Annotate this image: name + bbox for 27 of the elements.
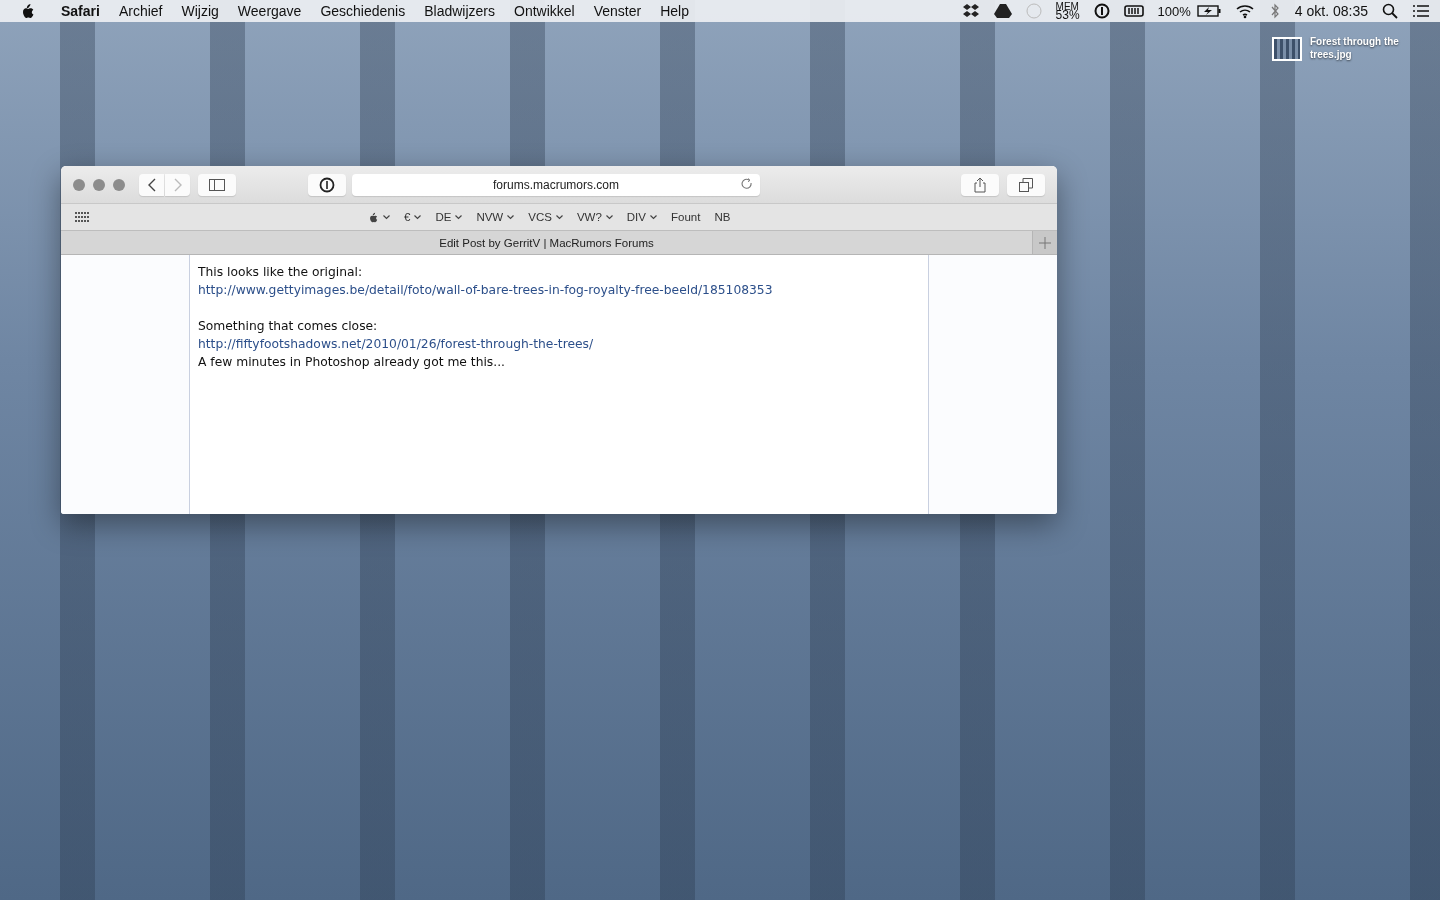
menu-item[interactable]: Ontwikkel bbox=[514, 3, 575, 19]
bookmark-folder[interactable]: € bbox=[404, 211, 422, 223]
post-text: Something that comes close: bbox=[198, 318, 379, 335]
bookmark-folder[interactable]: VW? bbox=[576, 211, 613, 223]
bookmark-folder[interactable]: DE bbox=[435, 211, 463, 223]
battery-percentage[interactable]: 100% bbox=[1157, 3, 1191, 19]
bookmark-folder[interactable]: VCS bbox=[528, 211, 563, 223]
menu-item[interactable]: Geschiedenis bbox=[320, 3, 406, 19]
post-text: A few minutes in Photoshop already got me this... bbox=[198, 354, 506, 371]
menu-item[interactable]: Help bbox=[660, 3, 689, 19]
link[interactable]: http://fiftyfootshadows.net/2010/01/26/forest-through-the-trees/ bbox=[198, 337, 594, 351]
memory-indicator[interactable]: MEM 53% bbox=[1055, 2, 1080, 20]
app-menu[interactable]: Safari bbox=[61, 3, 100, 19]
menu-item[interactable]: Bladwijzers bbox=[424, 3, 496, 19]
link[interactable]: http://www.gettyimages.be/detail/foto/wall-of-bare-trees-in-fog-royalty-free-beeld/185108353 bbox=[198, 283, 773, 297]
post-text: This looks like the original: bbox=[198, 264, 364, 281]
menu-item[interactable]: Archief bbox=[118, 3, 163, 19]
url-text: forums.macrumors.com bbox=[493, 177, 619, 192]
menu-item[interactable]: Wijzig bbox=[181, 3, 219, 19]
menu-bar-clock[interactable]: 4 okt. 08:35 bbox=[1294, 3, 1368, 19]
bookmark-folder[interactable]: DIV bbox=[626, 211, 657, 223]
menu-item[interactable]: Weergave bbox=[237, 3, 302, 19]
menu-item[interactable]: Venster bbox=[593, 3, 642, 19]
address-field[interactable]: forums.macrumors.com bbox=[352, 173, 760, 196]
bookmark[interactable]: Fount bbox=[671, 211, 701, 223]
bookmark-folder[interactable]: NVW bbox=[476, 211, 515, 223]
bookmark[interactable]: NB bbox=[714, 211, 731, 223]
